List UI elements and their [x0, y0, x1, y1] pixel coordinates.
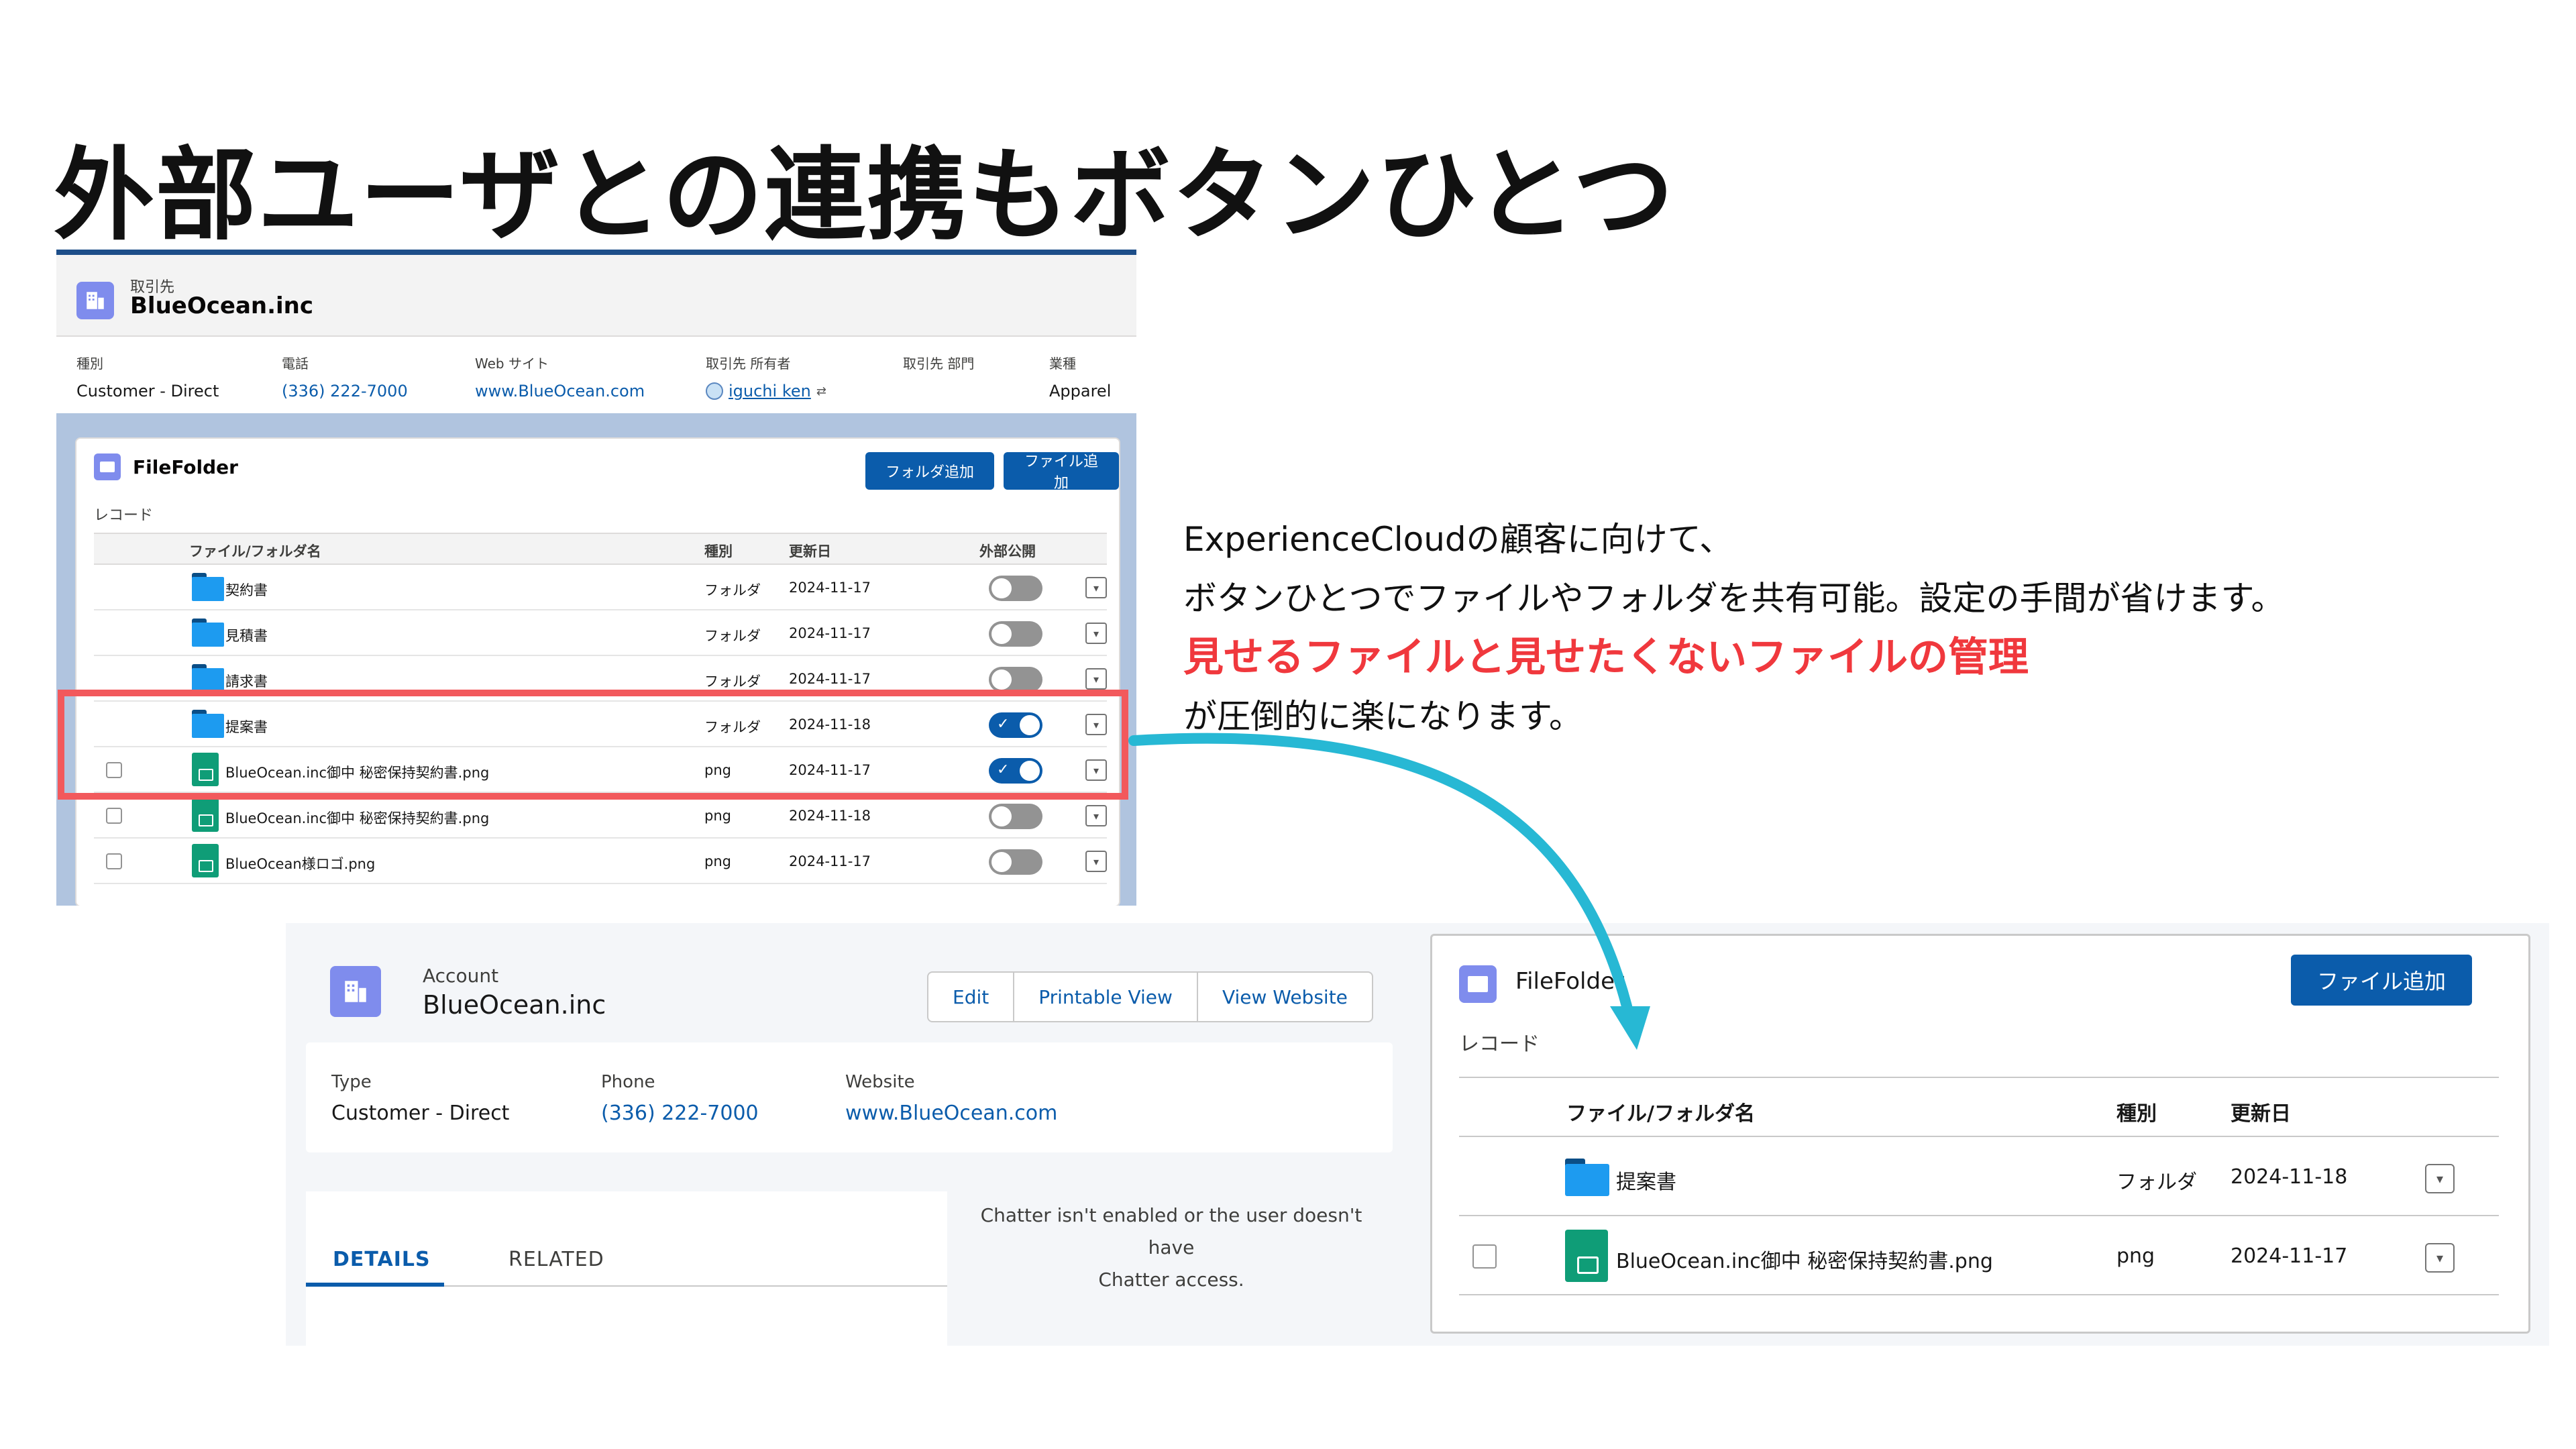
emphasis-text: 見せるファイルと見せたくないファイルの管理: [1183, 634, 2029, 681]
field-industry: 業種 Apparel: [1049, 356, 1112, 400]
table-row[interactable]: 提案書 フォルダ 2024-11-18 ▾: [1459, 1137, 2499, 1216]
external-portal-page: Account BlueOcean.inc Edit Printable Vie…: [286, 923, 2549, 1346]
table-row[interactable]: 見積書 フォルダ 2024-11-17 ▾: [94, 610, 1107, 656]
folder-icon: [192, 573, 224, 601]
account-icon: [330, 966, 381, 1017]
image-file-icon: [1565, 1230, 1608, 1282]
website-link[interactable]: www.BlueOcean.com: [475, 382, 645, 400]
add-file-button[interactable]: ファイル追加: [2291, 955, 2472, 1006]
table-row[interactable]: BlueOcean.inc御中 秘密保持契約書.png png 2024-11-18…: [94, 793, 1107, 839]
card-title: FileFolder: [133, 456, 238, 478]
row-actions-dropdown[interactable]: ▾: [2425, 1243, 2455, 1273]
public-toggle[interactable]: [989, 576, 1042, 601]
field-division: 取引先 部門: [903, 356, 975, 372]
card-title: FileFolder: [1515, 968, 1624, 995]
public-toggle[interactable]: [989, 667, 1042, 692]
folder-icon: [192, 664, 224, 692]
table-row[interactable]: BlueOcean様ロゴ.png png 2024-11-17 ▾: [94, 839, 1107, 884]
row-checkbox[interactable]: [106, 853, 122, 869]
image-file-icon: [192, 798, 219, 832]
record-highlights-panel: 取引先 BlueOcean.inc 種別 Customer - Direct 電…: [56, 255, 1136, 413]
field-owner: 取引先 所有者 iguchi ken ⇄: [706, 356, 826, 400]
filefolder-card: FileFolder フォルダ追加 ファイル追加 レコード ファイル/フォルダ名…: [75, 437, 1120, 906]
internal-record-page: 取引先 BlueOcean.inc 種別 Customer - Direct 電…: [56, 250, 1136, 906]
public-toggle[interactable]: [989, 804, 1042, 829]
printable-view-button[interactable]: Printable View: [1014, 973, 1198, 1021]
table-row[interactable]: BlueOcean.inc御中 秘密保持契約書.png png 2024-11-…: [1459, 1216, 2499, 1295]
action-button-group: Edit Printable View View Website: [927, 971, 1373, 1022]
row-checkbox[interactable]: [106, 808, 122, 824]
row-actions-dropdown[interactable]: ▾: [1085, 623, 1107, 644]
image-file-icon: [192, 844, 219, 877]
tabset: DETAILS RELATED: [306, 1191, 947, 1346]
chatter-message: Chatter isn't enabled or the user doesn'…: [980, 1204, 1362, 1291]
website-link[interactable]: www.BlueOcean.com: [845, 1102, 1057, 1125]
row-actions-dropdown[interactable]: ▾: [1085, 577, 1107, 598]
filefolder-card: FileFolder ファイル追加 レコード ファイル/フォルダ名 種別 更新日…: [1430, 934, 2530, 1334]
card-subtitle: レコード: [94, 507, 154, 524]
row-checkbox[interactable]: [1472, 1244, 1497, 1269]
folder-icon: [1565, 1159, 1609, 1196]
card-subtitle: レコード: [1459, 1032, 1540, 1056]
tab-details[interactable]: DETAILS: [333, 1248, 431, 1271]
field-website: Web サイト www.BlueOcean.com: [475, 356, 645, 400]
owner-link[interactable]: iguchi ken: [729, 382, 811, 400]
field-type: Type Customer - Direct: [331, 1072, 510, 1125]
add-file-button[interactable]: ファイル追加: [1004, 452, 1119, 491]
avatar: [706, 382, 723, 400]
description: ExperienceCloudの顧客に向けて、 ボタンひとつでファイルやフォルダ…: [1183, 520, 2285, 736]
phone-link[interactable]: (336) 222-7000: [282, 382, 408, 400]
public-toggle[interactable]: [989, 621, 1042, 647]
change-owner-icon[interactable]: ⇄: [816, 384, 826, 398]
row-actions-dropdown[interactable]: ▾: [1085, 668, 1107, 690]
row-actions-dropdown[interactable]: ▾: [1085, 851, 1107, 872]
highlight-box: [58, 690, 1128, 800]
table-row[interactable]: 契約書 フォルダ 2024-11-17 ▾: [94, 565, 1107, 610]
field-phone: 電話 (336) 222-7000: [282, 356, 408, 400]
folder-object-icon: [94, 453, 121, 480]
table-header: ファイル/フォルダ名 種別 更新日: [1459, 1077, 2499, 1137]
tab-related[interactable]: RELATED: [508, 1248, 604, 1271]
field-website: Website www.BlueOcean.com: [845, 1072, 1058, 1125]
record-name: BlueOcean.inc: [130, 292, 314, 319]
field-type: 種別 Customer - Direct: [76, 356, 219, 400]
folder-icon: [192, 619, 224, 647]
table-header: ファイル/フォルダ名 種別 更新日 外部公開: [94, 533, 1107, 565]
object-label: Account: [423, 965, 499, 987]
row-actions-dropdown[interactable]: ▾: [2425, 1164, 2455, 1193]
add-folder-button[interactable]: フォルダ追加: [865, 452, 995, 490]
edit-button[interactable]: Edit: [928, 973, 1015, 1021]
public-toggle[interactable]: [989, 849, 1042, 875]
slide-title: 外部ユーザとの連携もボタンひとつ: [54, 138, 1676, 254]
view-website-button[interactable]: View Website: [1198, 973, 1372, 1021]
row-actions-dropdown[interactable]: ▾: [1085, 805, 1107, 826]
account-icon: [76, 282, 114, 319]
record-name: BlueOcean.inc: [423, 990, 606, 1020]
phone-link[interactable]: (336) 222-7000: [601, 1102, 759, 1125]
active-tab-indicator: [306, 1283, 444, 1287]
folder-object-icon: [1459, 965, 1497, 1003]
field-phone: Phone (336) 222-7000: [601, 1072, 759, 1125]
